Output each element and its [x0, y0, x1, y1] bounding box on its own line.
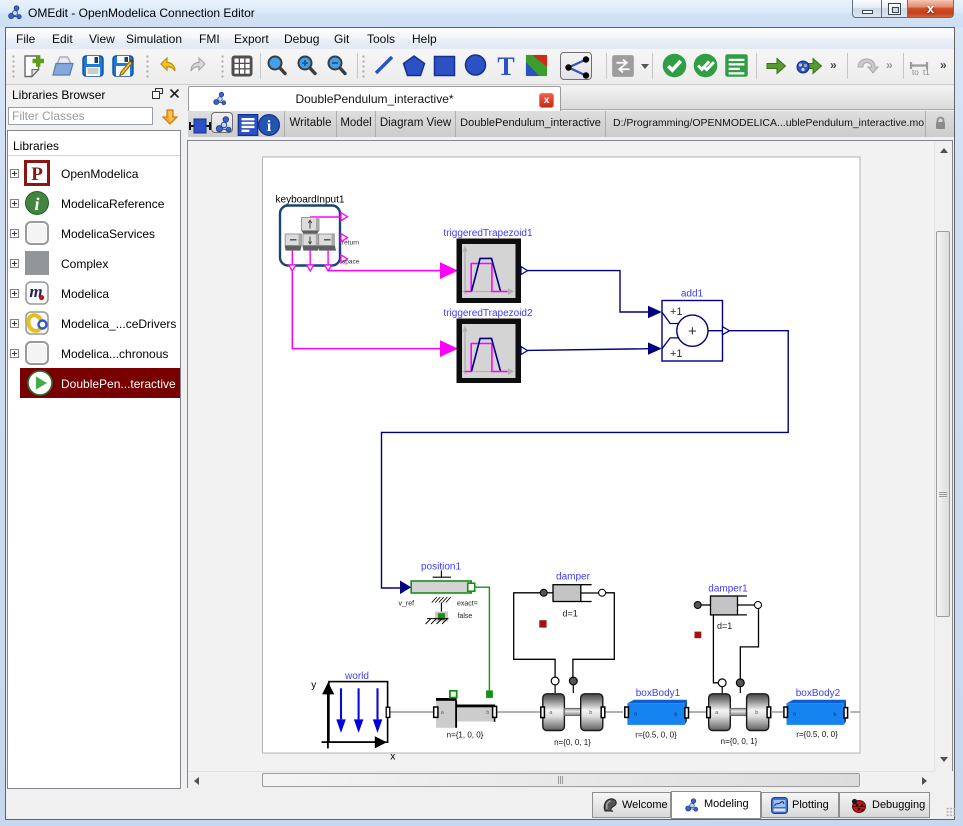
svg-text:n={1, 0, 0}: n={1, 0, 0}	[447, 731, 484, 740]
svg-text:t1: t1	[923, 68, 930, 77]
svg-text:world: world	[344, 671, 369, 682]
svg-text:+: +	[688, 323, 697, 340]
svg-text:return: return	[342, 240, 359, 247]
svg-text:triggeredTrapezoid2: triggeredTrapezoid2	[443, 308, 533, 319]
svg-text:keyboardInput1: keyboardInput1	[276, 195, 345, 206]
svg-text:d=1: d=1	[563, 609, 578, 619]
svg-text:boxBody1: boxBody1	[636, 688, 681, 699]
svg-text:T: T	[497, 54, 514, 78]
svg-text:d=1: d=1	[717, 621, 732, 631]
svg-text:b: b	[486, 710, 489, 716]
svg-text:n={0, 0, 1}: n={0, 0, 1}	[554, 738, 591, 747]
svg-text:y: y	[311, 680, 316, 691]
svg-text:false: false	[458, 613, 473, 620]
svg-text:x: x	[390, 752, 395, 763]
svg-text:i: i	[34, 194, 39, 214]
svg-text:exact=: exact=	[457, 601, 478, 608]
svg-text:damper1: damper1	[708, 584, 748, 595]
svg-text:r={0.5, 0, 0}: r={0.5, 0, 0}	[635, 731, 677, 740]
svg-text:add1: add1	[681, 289, 704, 300]
svg-text:+1: +1	[670, 348, 683, 360]
svg-text:i: i	[267, 118, 272, 135]
svg-text:space: space	[342, 259, 360, 266]
svg-text:r={0.5, 0, 0}: r={0.5, 0, 0}	[796, 730, 838, 739]
svg-text:triggeredTrapezoid1: triggeredTrapezoid1	[443, 228, 533, 239]
svg-text:P: P	[31, 164, 43, 185]
svg-text:n={0, 0, 1}: n={0, 0, 1}	[721, 737, 758, 746]
svg-text:to: to	[912, 68, 919, 77]
svg-text:+1: +1	[670, 306, 683, 318]
svg-text:boxBody2: boxBody2	[796, 688, 841, 699]
svg-text:damper: damper	[556, 572, 591, 583]
svg-text:v_ref: v_ref	[399, 601, 415, 608]
